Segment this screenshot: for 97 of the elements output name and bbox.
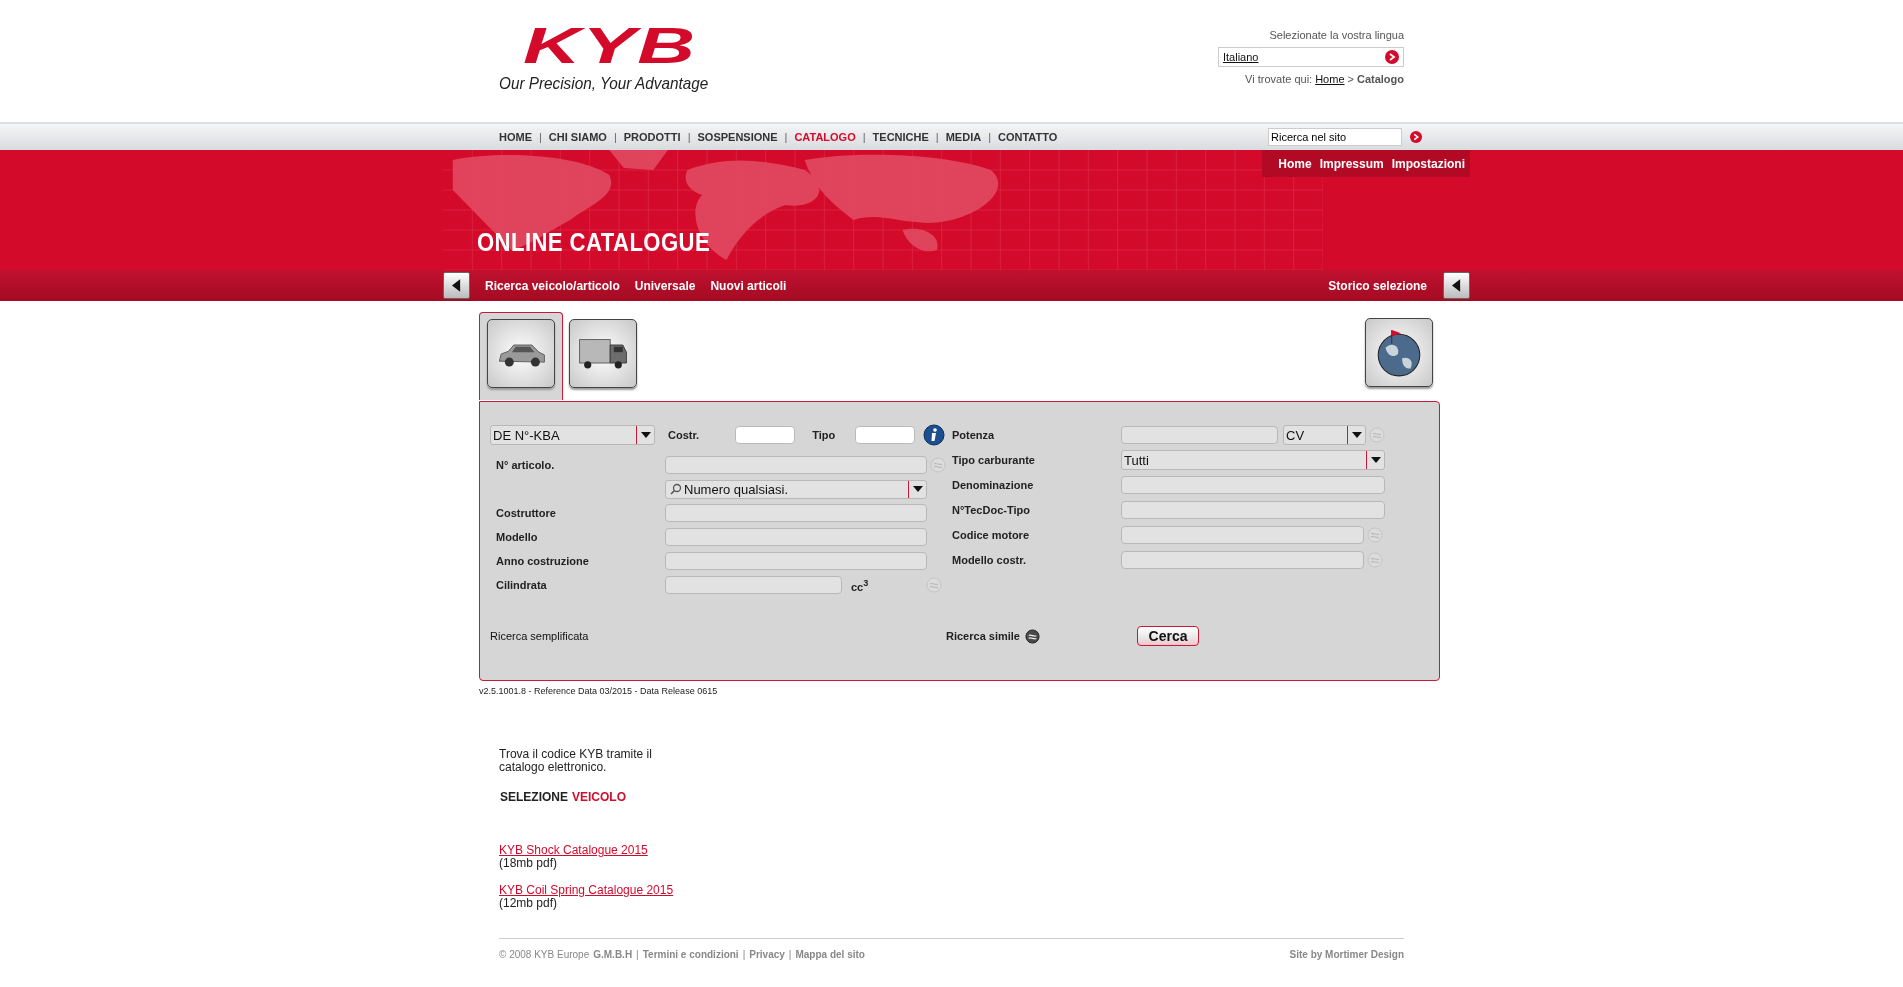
field-label: Costruttore: [495, 507, 557, 519]
field-label: Modello costr.: [952, 554, 1027, 566]
field-label: Tipo carburante: [952, 454, 1036, 466]
field-label: Codice motore: [952, 529, 1030, 541]
file-size: (18mb pdf): [499, 857, 559, 870]
selection-value: VEICOLO: [572, 790, 627, 804]
sub-nav-link[interactable]: Nuovi articoli: [710, 278, 787, 293]
caret-icon: [912, 486, 923, 492]
file-size: (12mb pdf): [499, 897, 558, 910]
utility-link[interactable]: Impostazioni: [1391, 156, 1465, 171]
simple-search-link[interactable]: Ricerca semplificata: [490, 630, 946, 642]
nav-item[interactable]: CHI SIAMO: [548, 131, 607, 143]
history-link[interactable]: Storico selezione: [1328, 278, 1427, 293]
collapse-right-button[interactable]: [1443, 272, 1470, 299]
field-label: Potenza: [952, 429, 996, 441]
tagline: Our Precision, Your Advantage: [499, 74, 709, 94]
nav-item[interactable]: TECNICHE: [872, 131, 929, 143]
collapse-left-button[interactable]: [443, 272, 470, 299]
download-link[interactable]: KYB Shock Catalogue 2015: [499, 844, 648, 857]
field-label: Anno costruzione: [495, 555, 590, 567]
nav-separator: |: [862, 131, 866, 143]
field-label: Costr.: [668, 429, 700, 441]
input-field[interactable]: [1121, 501, 1385, 519]
similar-search-icon[interactable]: [1025, 628, 1040, 644]
input-field[interactable]: [1121, 551, 1364, 569]
input-field[interactable]: [1121, 526, 1364, 544]
input-field[interactable]: [1121, 426, 1278, 444]
input-field[interactable]: [665, 576, 842, 594]
input-field[interactable]: [665, 504, 927, 522]
nav-separator: |: [613, 131, 617, 143]
utility-link[interactable]: Impressum: [1319, 156, 1384, 171]
nav-item[interactable]: MEDIA: [945, 131, 982, 143]
go-icon[interactable]: [1385, 50, 1399, 64]
search-icon: [670, 483, 682, 495]
country-button[interactable]: [1365, 318, 1433, 387]
footer-separator: |: [636, 949, 639, 960]
caret-icon: [640, 432, 651, 438]
nav-item[interactable]: CATALOGO: [794, 131, 856, 143]
nav-item[interactable]: SOSPENSIONE: [697, 131, 778, 143]
footer-link[interactable]: Mappa del sito: [795, 949, 865, 960]
search-field[interactable]: Ricerca nel sito: [1268, 128, 1402, 146]
input-field[interactable]: [1121, 476, 1385, 494]
input-field[interactable]: [855, 426, 916, 444]
company-name: G.M.B.H: [593, 949, 633, 960]
nav-separator: |: [784, 131, 788, 143]
utility-link[interactable]: Home: [1278, 156, 1312, 171]
field-label: N°TecDoc-Tipo: [952, 504, 1031, 516]
field-label: Cilindrata: [495, 579, 548, 591]
breadcrumb-link[interactable]: Home: [1315, 73, 1345, 85]
nav-separator: |: [539, 131, 542, 143]
registration-type-select[interactable]: DE N°-KBA: [490, 425, 655, 445]
sub-nav-link[interactable]: Ricerca veicolo/articolo: [485, 278, 620, 293]
vehicle-tab[interactable]: [479, 312, 563, 400]
footer-separator: |: [742, 949, 746, 960]
input-field[interactable]: [665, 528, 927, 546]
field-label: Tipo: [812, 429, 836, 441]
logo[interactable]: KYB: [523, 22, 693, 70]
info-icon[interactable]: [923, 424, 946, 446]
number-type-select[interactable]: Numero qualsiasi.: [665, 479, 927, 499]
download-link[interactable]: KYB Coil Spring Catalogue 2015: [499, 884, 674, 897]
left-arrow-icon: [452, 279, 461, 292]
nav-separator: |: [988, 131, 991, 143]
nav-item[interactable]: HOME: [499, 131, 532, 143]
input-field[interactable]: [665, 456, 927, 474]
similar-search-label: Ricerca simile: [946, 630, 1020, 642]
breadcrumb-separator: >: [1347, 73, 1354, 85]
selection-label: SELEZIONE: [500, 790, 568, 804]
footer-separator: |: [788, 949, 792, 960]
nav-separator: |: [935, 131, 939, 143]
sub-nav-link[interactable]: Universale: [634, 278, 696, 293]
nav-separator: |: [687, 131, 691, 143]
version-text: v2.5.1001.8 - Reference Data 03/2015 - Data Release 0615: [479, 686, 719, 696]
caret-icon: [1351, 432, 1362, 438]
left-arrow-icon: [1452, 279, 1461, 292]
input-field[interactable]: [665, 552, 927, 570]
input-field[interactable]: [735, 426, 796, 444]
language-label: Selezionate la vostra lingua: [1269, 29, 1404, 41]
fuel-type-select[interactable]: Tutti: [1121, 450, 1385, 470]
caret-icon: [1370, 457, 1381, 463]
field-label: Modello: [495, 531, 539, 543]
breadcrumb-current: Catalogo: [1356, 73, 1404, 85]
unit-select[interactable]: CV: [1283, 425, 1366, 445]
intro-text: Trova il codice KYB tramite il catalogo elettronico.: [499, 748, 653, 774]
credit-text: Site by Mortimer Design: [1289, 949, 1404, 960]
field-label: N° articolo.: [495, 459, 556, 471]
field-label: Denominazione: [952, 479, 1035, 491]
breadcrumb-label: Vi trovate qui:: [1245, 73, 1313, 85]
nav-item[interactable]: PRODOTTI: [623, 131, 681, 143]
search-button[interactable]: Cerca: [1137, 626, 1199, 646]
language-select[interactable]: Italiano: [1218, 47, 1404, 67]
nav-item[interactable]: CONTATTO: [998, 131, 1058, 143]
unit-label: cc$^{3}$: [851, 577, 869, 593]
search-go-icon[interactable]: [1410, 131, 1422, 143]
footer-link[interactable]: Termini e condizioni: [642, 949, 739, 960]
banner-title: ONLINE CATALOGUE: [477, 227, 712, 258]
copyright-text: © 2008 KYB Europe: [499, 949, 590, 960]
footer-link[interactable]: Privacy: [749, 949, 785, 960]
